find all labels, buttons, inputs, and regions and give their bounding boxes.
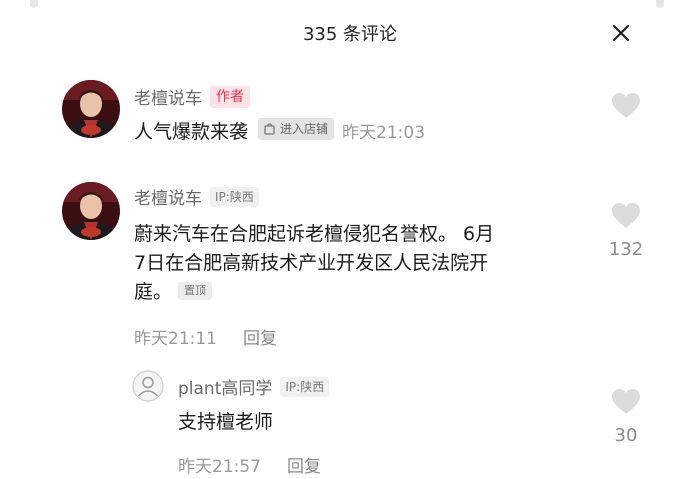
- ip-location-badge: IP:陕西: [210, 186, 259, 207]
- username[interactable]: plant高同学: [178, 374, 272, 399]
- author-badge: 作者: [210, 85, 250, 108]
- avatar[interactable]: [62, 182, 120, 240]
- corner-cap-right: [656, 0, 664, 8]
- comment-text: 人气爆款来袭: [134, 121, 249, 143]
- comment-item: 老檀说车 IP:陕西 蔚来汽车在合肥起诉老檀侵犯名誉权。 6月 7日在合肥高新技…: [0, 172, 700, 352]
- comment-text: 支持檀老师: [178, 411, 274, 433]
- username[interactable]: 老檀说车: [134, 84, 202, 109]
- comment-time: 昨天21:11: [134, 329, 217, 349]
- like-button[interactable]: 30: [608, 388, 644, 446]
- ip-location-badge: IP:陕西: [280, 376, 330, 397]
- close-icon[interactable]: [609, 21, 633, 45]
- top-edge: [0, 0, 700, 8]
- heart-icon: [612, 93, 640, 118]
- enter-shop-button[interactable]: 进入店铺: [258, 118, 335, 140]
- heart-icon: [612, 389, 640, 414]
- reply-item: plant高同学 IP:陕西 支持檀老师 昨天21:57 回复 30: [0, 362, 700, 479]
- shop-bag-icon: [264, 123, 275, 135]
- avatar[interactable]: [132, 370, 164, 402]
- comments-header: 335 条评论: [0, 14, 700, 50]
- like-button[interactable]: 132: [608, 202, 644, 260]
- enter-shop-label: 进入店铺: [280, 121, 329, 136]
- username[interactable]: 老檀说车: [134, 184, 202, 209]
- reply-button[interactable]: 回复: [243, 324, 277, 349]
- comment-time: 昨天21:57: [178, 457, 261, 477]
- comment-body: 人气爆款来袭 进入店铺 昨天21:03: [134, 118, 425, 148]
- like-button[interactable]: [608, 92, 644, 123]
- comment-body: 蔚来汽车在合肥起诉老檀侵犯名誉权。 6月 7日在合肥高新技术产业开发区人民法院开…: [134, 220, 594, 307]
- heart-icon: [612, 203, 640, 228]
- avatar[interactable]: [62, 80, 120, 138]
- pinned-badge: 置顶: [178, 282, 213, 300]
- like-count: 132: [608, 239, 644, 260]
- comment-count-title: 335 条评论: [302, 24, 398, 45]
- comment-text-line: 蔚来汽车在合肥起诉老檀侵犯名誉权。 6月: [134, 223, 495, 245]
- comment-text-line: 庭。: [134, 281, 173, 303]
- comment-item: 老檀说车 作者 人气爆款来袭 进入店铺 昨天21:03: [0, 70, 700, 160]
- corner-cap-left: [30, 0, 38, 8]
- comment-text-line: 7日在合肥高新技术产业开发区人民法院开: [134, 252, 489, 274]
- like-count: 30: [614, 425, 638, 446]
- reply-button[interactable]: 回复: [287, 452, 321, 477]
- comment-time: 昨天21:03: [342, 123, 426, 143]
